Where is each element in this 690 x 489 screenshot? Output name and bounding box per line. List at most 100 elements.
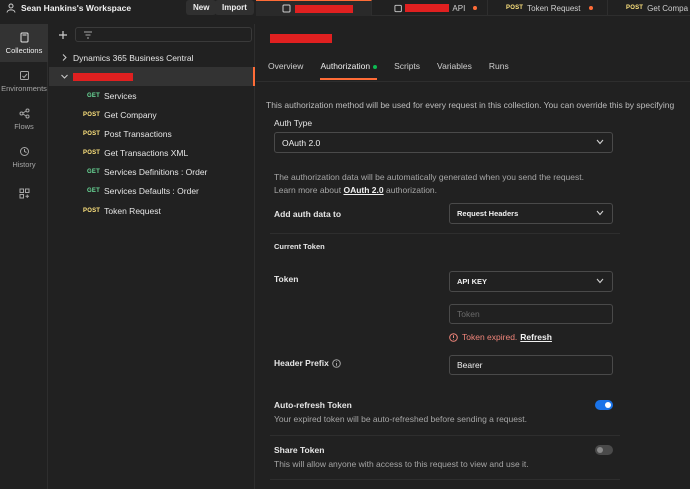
auto-refresh-desc: Your expired token will be auto-refreshe… bbox=[274, 414, 527, 424]
request-item[interactable]: GET Services Defaults : Order bbox=[49, 181, 255, 200]
auth-type-label: Auth Type bbox=[274, 118, 313, 128]
current-token-label: Current Token bbox=[274, 242, 325, 251]
token-status: Token expired. Refresh bbox=[449, 332, 552, 342]
header-prefix-row: Header Prefix bbox=[274, 358, 341, 368]
chevron-down-icon bbox=[596, 139, 604, 145]
token-placeholder: Token bbox=[457, 309, 480, 319]
unsaved-dot-icon bbox=[473, 6, 477, 10]
tab-variables[interactable]: Variables bbox=[437, 61, 472, 80]
method-badge: POST bbox=[626, 5, 644, 11]
collection-dynamics365[interactable]: Dynamics 365 Business Central bbox=[49, 48, 255, 67]
rail-flows[interactable]: Flows bbox=[0, 100, 48, 138]
learn-more-suffix: authorization. bbox=[383, 185, 438, 195]
section-divider bbox=[270, 435, 620, 436]
refresh-link[interactable]: Refresh bbox=[520, 332, 552, 342]
token-select[interactable]: API KEY bbox=[449, 271, 613, 292]
tab-authorization[interactable]: Authorization bbox=[320, 61, 378, 80]
method-badge: POST bbox=[83, 130, 101, 137]
method-badge: POST bbox=[83, 149, 101, 156]
method-badge: GET bbox=[87, 187, 100, 194]
tab-collection[interactable] bbox=[256, 0, 372, 16]
toggle-knob bbox=[605, 402, 611, 408]
tab-label: Token Request bbox=[527, 3, 581, 13]
rail-environments[interactable]: Environments bbox=[0, 62, 48, 100]
request-name: Get Company bbox=[104, 109, 157, 120]
api-tab-icon bbox=[394, 4, 402, 12]
request-item[interactable]: POST Get Transactions XML bbox=[49, 143, 255, 162]
collection-name: Dynamics 365 Business Central bbox=[73, 52, 194, 63]
request-name: Services Definitions : Order bbox=[103, 166, 208, 177]
oauth-docs-link[interactable]: OAuth 2.0 bbox=[343, 185, 383, 195]
workspace-title[interactable]: Sean Hankins's Workspace bbox=[21, 3, 131, 13]
header-prefix-label: Header Prefix bbox=[274, 358, 329, 368]
learn-more-prefix: Learn more about bbox=[274, 185, 344, 195]
alert-circle-icon bbox=[449, 332, 458, 342]
rail-environments-label: Environments bbox=[1, 83, 47, 93]
subtab-divider bbox=[256, 81, 690, 82]
flows-icon bbox=[19, 108, 29, 118]
request-item[interactable]: POST Post Transactions bbox=[49, 124, 255, 143]
auth-type-select[interactable]: OAuth 2.0 bbox=[274, 132, 613, 153]
method-badge: GET bbox=[87, 92, 100, 99]
chevron-down-icon[interactable] bbox=[60, 74, 68, 79]
sidebar-filter[interactable] bbox=[75, 27, 252, 42]
request-item[interactable]: GET Services Definitions : Order bbox=[49, 162, 255, 181]
method-badge: POST bbox=[83, 207, 101, 214]
collection-subtabs: Overview Authorization Scripts Variables… bbox=[268, 61, 526, 80]
collection-selected[interactable] bbox=[49, 67, 255, 86]
unsaved-dot-icon bbox=[588, 6, 593, 10]
info-text: This authorization method will be used f… bbox=[266, 100, 675, 110]
redacted-collection-title bbox=[270, 34, 332, 43]
tab-token-request[interactable]: POST Token Request bbox=[488, 0, 608, 16]
request-tab-bar: API POST Token Request POST Get Compa bbox=[256, 0, 690, 16]
request-name: Services bbox=[103, 90, 137, 101]
method-badge: POST bbox=[83, 111, 101, 118]
workspace-icon bbox=[6, 3, 16, 13]
token-expired-text: Token expired. bbox=[462, 332, 518, 342]
token-input[interactable]: Token bbox=[449, 304, 613, 324]
collection-tab-icon bbox=[282, 4, 291, 13]
collections-icon bbox=[20, 32, 28, 42]
chevron-down-icon bbox=[596, 278, 604, 284]
add-auth-select[interactable]: Request Headers bbox=[449, 203, 613, 224]
request-name: Token Request bbox=[104, 205, 161, 216]
redacted-collection-name bbox=[73, 72, 133, 81]
tab-overview[interactable]: Overview bbox=[268, 61, 303, 80]
share-token-label: Share Token bbox=[274, 445, 325, 455]
toggle-knob bbox=[597, 447, 603, 453]
import-button[interactable]: Import bbox=[215, 0, 254, 15]
active-dot-icon bbox=[373, 64, 378, 69]
tab-runs[interactable]: Runs bbox=[489, 61, 509, 80]
configure-workbench-icon bbox=[19, 188, 29, 199]
token-label: Token bbox=[274, 274, 299, 284]
left-rail: Collections Environments Flows History bbox=[0, 24, 48, 489]
rail-collections[interactable]: Collections bbox=[0, 24, 48, 62]
rail-configure-workbench[interactable] bbox=[0, 176, 48, 214]
method-badge: POST bbox=[506, 5, 524, 11]
auto-refresh-toggle[interactable] bbox=[595, 400, 613, 410]
share-token-toggle[interactable] bbox=[595, 445, 613, 455]
rail-history[interactable]: History bbox=[0, 138, 48, 176]
environments-icon bbox=[19, 70, 29, 80]
collection-editor: Overview Authorization Scripts Variables… bbox=[256, 17, 690, 489]
header-prefix-value: Bearer bbox=[457, 360, 483, 370]
add-collection-icon[interactable] bbox=[58, 30, 68, 40]
rail-collections-label: Collections bbox=[5, 45, 43, 55]
request-item[interactable]: GET Services bbox=[49, 86, 255, 105]
tab-scripts[interactable]: Scripts bbox=[394, 61, 420, 80]
method-badge: GET bbox=[87, 168, 100, 175]
request-item[interactable]: POST Get Company bbox=[49, 105, 255, 124]
chevron-down-icon bbox=[596, 210, 604, 216]
history-icon bbox=[19, 146, 29, 156]
tab-api[interactable]: API bbox=[372, 0, 488, 16]
tab-get-company[interactable]: POST Get Compa bbox=[608, 0, 690, 16]
new-button[interactable]: New bbox=[186, 0, 217, 15]
header-prefix-input[interactable]: Bearer bbox=[449, 355, 613, 375]
request-item[interactable]: POST Token Request bbox=[49, 201, 255, 220]
oauth-learn-more: Learn more about OAuth 2.0 authorization… bbox=[274, 185, 437, 195]
info-icon[interactable] bbox=[332, 358, 341, 368]
rail-flows-label: Flows bbox=[14, 121, 34, 131]
request-name: Get Transactions XML bbox=[104, 147, 189, 158]
section-divider bbox=[270, 479, 620, 480]
chevron-right-icon[interactable] bbox=[60, 54, 68, 61]
